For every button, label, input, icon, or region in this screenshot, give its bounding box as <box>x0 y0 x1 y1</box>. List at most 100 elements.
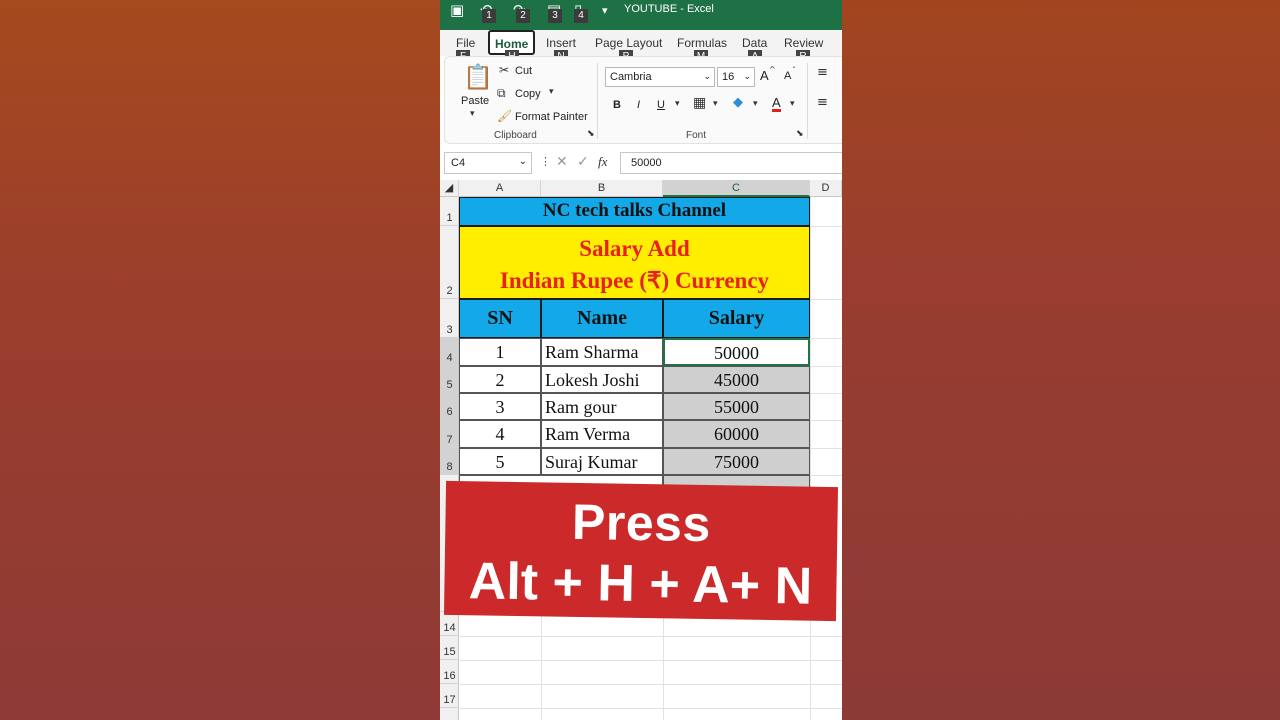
borders-dropdown-icon[interactable]: ▾ <box>713 99 718 109</box>
grow-font-button[interactable]: A <box>760 68 769 83</box>
worksheet-grid[interactable]: ◢ A B C D 1 2 3 4 5 6 7 8 14 15 16 17 NC… <box>440 180 842 720</box>
shrink-font-button[interactable]: A <box>784 70 791 82</box>
header-cell-sn[interactable]: SN <box>459 299 541 338</box>
underline-dropdown-icon[interactable]: ▾ <box>675 99 680 109</box>
row-header-6[interactable]: 6 <box>440 393 459 420</box>
fill-color-dropdown-icon[interactable]: ▾ <box>753 99 758 109</box>
borders-icon[interactable]: ▦ <box>693 95 706 111</box>
cell-salary[interactable]: 55000 <box>663 393 810 420</box>
header-cell-name[interactable]: Name <box>541 299 663 338</box>
bold-button[interactable]: B <box>613 99 621 111</box>
paste-dropdown-icon[interactable]: ▾ <box>470 109 475 119</box>
sheet-subtitle-cell[interactable]: Salary Add Indian Rupee (₹) Currency <box>459 226 810 299</box>
fill-color-icon[interactable]: ◆ <box>733 95 743 110</box>
formula-bar: C4 ⌄ ⋮ ✕ ✓ fx 50000 <box>440 150 842 176</box>
excel-logo-icon: ▣ <box>450 1 465 19</box>
copy-button[interactable]: Copy <box>515 88 541 100</box>
italic-button[interactable]: I <box>637 99 640 111</box>
format-painter-button[interactable]: Format Painter <box>515 111 588 123</box>
font-group-label: Font <box>686 130 707 141</box>
banner-line-1: Press <box>571 493 712 553</box>
font-color-button[interactable]: A <box>772 96 781 112</box>
title-bar: ▣ ↶ 1 ↷ 2 ▤ 3 ▯ 4 ▾ YOUTUBE - Excel <box>440 0 842 30</box>
subtitle-line-1: Salary Add <box>579 236 690 261</box>
cell-sn[interactable]: 5 <box>459 448 541 475</box>
paste-button[interactable]: Paste <box>461 95 489 107</box>
column-header-b[interactable]: B <box>541 180 663 197</box>
select-all-corner[interactable]: ◢ <box>440 180 459 197</box>
row-header-17[interactable]: 17 <box>440 684 459 708</box>
name-box[interactable]: C4 ⌄ <box>444 152 532 174</box>
keytip-2: 2 <box>516 9 530 23</box>
gridline <box>459 708 842 709</box>
customize-toolbar-icon[interactable]: ▾ <box>602 4 608 17</box>
row-header-3[interactable]: 3 <box>440 299 459 338</box>
cell-sn[interactable]: 1 <box>459 338 541 366</box>
font-name-value: Cambria <box>610 71 652 83</box>
cell-salary-active[interactable]: 50000 <box>663 338 810 366</box>
row-header-5[interactable]: 5 <box>440 366 459 393</box>
cell-salary[interactable]: 45000 <box>663 366 810 393</box>
cut-icon[interactable]: ✂ <box>499 63 509 77</box>
font-size-value: 16 <box>722 71 735 83</box>
cell-name[interactable]: Suraj Kumar <box>541 448 663 475</box>
confirm-entry-icon[interactable]: ✓ <box>577 153 589 170</box>
formula-value: 50000 <box>631 157 662 169</box>
cell-salary[interactable]: 75000 <box>663 448 810 475</box>
font-size-select[interactable]: 16 ⌄ <box>717 67 755 87</box>
tab-page-layout[interactable]: Page Layout <box>595 36 662 50</box>
cell-name[interactable]: Ram gour <box>541 393 663 420</box>
row-header-1[interactable]: 1 <box>440 197 459 226</box>
column-header-a[interactable]: A <box>459 180 541 197</box>
insert-function-button[interactable]: fx <box>598 154 607 170</box>
column-header-c[interactable]: C <box>663 180 810 197</box>
tab-formulas[interactable]: Formulas <box>677 36 727 50</box>
caret-down-icon: ˇ <box>792 66 796 75</box>
row-header-16[interactable]: 16 <box>440 660 459 684</box>
underline-button[interactable]: U <box>657 99 665 111</box>
formula-input[interactable]: 50000 <box>620 152 842 174</box>
copy-icon[interactable]: ⧉ <box>497 86 506 101</box>
align-left-icon[interactable]: ≡ <box>817 95 828 110</box>
window-title: YOUTUBE - Excel <box>624 3 714 15</box>
clipboard-group-label: Clipboard <box>494 130 537 141</box>
tab-review[interactable]: Review <box>784 36 823 50</box>
align-top-icon[interactable]: ≡ <box>817 65 828 80</box>
cut-button[interactable]: Cut <box>515 65 532 77</box>
chevron-down-icon: ⌄ <box>743 71 751 81</box>
row-header-7[interactable]: 7 <box>440 420 459 448</box>
cell-name[interactable]: Ram Verma <box>541 420 663 448</box>
more-options-icon[interactable]: ⋮ <box>540 155 551 168</box>
row-header-2[interactable]: 2 <box>440 226 459 299</box>
sheet-title-cell[interactable]: NC tech talks Channel <box>459 197 810 226</box>
row-header-4[interactable]: 4 <box>440 338 459 366</box>
keytip-1: 1 <box>482 9 496 23</box>
cancel-entry-icon[interactable]: ✕ <box>556 153 568 170</box>
clipboard-launcher-icon[interactable]: ⬊ <box>587 129 595 139</box>
tab-insert[interactable]: Insert <box>546 36 576 50</box>
paste-icon[interactable]: 📋 <box>463 63 493 91</box>
cell-salary[interactable]: 60000 <box>663 420 810 448</box>
row-header-15[interactable]: 15 <box>440 636 459 660</box>
cell-name[interactable]: Lokesh Joshi <box>541 366 663 393</box>
format-painter-icon[interactable]: 🖌 <box>497 109 512 123</box>
cell-name[interactable]: Ram Sharma <box>541 338 663 366</box>
row-header-8[interactable]: 8 <box>440 448 459 475</box>
font-launcher-icon[interactable]: ⬊ <box>796 129 804 139</box>
cell-sn[interactable]: 2 <box>459 366 541 393</box>
ribbon-home: 📋 Paste ▾ ✂ Cut ⧉ Copy ▾ 🖌 Format Painte… <box>444 56 842 144</box>
column-header-d[interactable]: D <box>810 180 842 197</box>
keytip-4: 4 <box>574 9 588 23</box>
tab-data[interactable]: Data <box>742 36 767 50</box>
subtitle-line-2: Indian Rupee (₹) Currency <box>499 268 770 293</box>
row-header-14[interactable]: 14 <box>440 612 459 636</box>
cell-sn[interactable]: 4 <box>459 420 541 448</box>
cell-sn[interactable]: 3 <box>459 393 541 420</box>
copy-dropdown-icon[interactable]: ▾ <box>549 87 554 97</box>
font-name-select[interactable]: Cambria ⌄ <box>605 67 715 87</box>
font-color-dropdown-icon[interactable]: ▾ <box>790 99 795 109</box>
row-header-18[interactable] <box>440 708 459 720</box>
header-cell-salary[interactable]: Salary <box>663 299 810 338</box>
background-left <box>0 0 440 720</box>
tab-file[interactable]: File <box>456 36 475 50</box>
